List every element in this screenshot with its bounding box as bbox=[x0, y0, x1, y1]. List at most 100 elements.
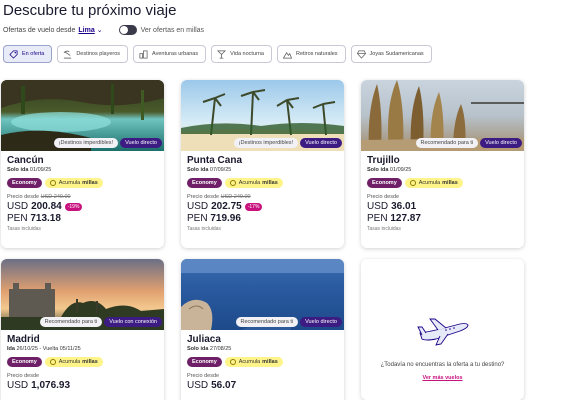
card-badges: Recomendado para ti Vuelo con conexión bbox=[39, 317, 162, 327]
fare-tags: Economy Acumula millas bbox=[367, 178, 518, 188]
badge-flight-type: Vuelo directo bbox=[300, 138, 342, 148]
filter-chip-label: Aventuras urbanas bbox=[152, 51, 199, 57]
pen-price: PEN 719.96 bbox=[187, 213, 338, 224]
origin-city-selector[interactable]: Lima bbox=[78, 27, 94, 34]
price-from: Precio desde USD 249.00 bbox=[7, 194, 158, 200]
coin-icon bbox=[49, 180, 56, 186]
miles-tag: Acumula millas bbox=[224, 178, 283, 188]
price-from: Precio desde bbox=[187, 373, 220, 379]
miles-tag: Acumula millas bbox=[44, 178, 103, 188]
trip-dates: 07/09/25 bbox=[209, 167, 232, 173]
usd-price: USD 56.07 bbox=[187, 380, 338, 391]
filter-chip-vida-nocturna[interactable]: Vida nocturna bbox=[211, 45, 272, 63]
trip-info: Solo ida 01/09/25 bbox=[7, 167, 158, 173]
coin-icon bbox=[229, 359, 236, 365]
tag-icon bbox=[9, 49, 18, 59]
miles-tag-text: Acumula bbox=[238, 359, 261, 365]
fare-tags: Economy Acumula millas bbox=[187, 357, 338, 367]
pen-amount: 719.96 bbox=[210, 213, 241, 224]
trip-type: Solo ida bbox=[7, 167, 29, 173]
old-price: USD 249.00 bbox=[40, 194, 71, 200]
trip-type: Solo ida bbox=[187, 346, 209, 352]
usd-price: USD 1,076.93 bbox=[7, 380, 158, 391]
destination-name: Trujillo bbox=[367, 155, 400, 166]
badge-highlight: ¡Destinos imperdibles! bbox=[233, 138, 299, 148]
more-flights-link[interactable]: Ver más vuelos bbox=[361, 375, 524, 381]
pen-currency: PEN bbox=[187, 213, 208, 224]
card-badges: Recomendado para ti Vuelo directo bbox=[235, 317, 342, 327]
trip-dates: 01/09/25 bbox=[389, 167, 412, 173]
destination-image: Recomendado para ti Vuelo directo bbox=[181, 259, 344, 330]
trip-dates: 01/09/25 bbox=[29, 167, 52, 173]
badge-flight-type: Vuelo con conexión bbox=[104, 317, 162, 327]
trip-info: Ida 26/10/25 - Vuelta 05/11/25 bbox=[7, 346, 158, 352]
miles-tag-text: Acumula bbox=[58, 180, 81, 186]
usd-price: USD 202.75 -17% bbox=[187, 201, 338, 212]
usd-amount: 1,076.93 bbox=[31, 380, 71, 391]
pen-amount: 127.87 bbox=[390, 213, 421, 224]
miles-tag-bold: millas bbox=[262, 180, 278, 186]
offer-card-cancun[interactable]: ¡Destinos imperdibles! Vuelo directo Can… bbox=[1, 80, 164, 248]
filter-chip-label: Joyas Sudamericanas bbox=[369, 51, 424, 57]
destination-image: Recomendado para ti Vuelo directo bbox=[361, 80, 524, 151]
coin-icon bbox=[49, 359, 56, 365]
filter-chips: En oferta Destinos playeros Aventuras ur… bbox=[3, 45, 432, 63]
discount-badge: -17% bbox=[244, 202, 263, 211]
price-from-label: Precio desde bbox=[7, 194, 40, 200]
destination-image: ¡Destinos imperdibles! Vuelo directo bbox=[181, 80, 344, 151]
price-from: Precio desde bbox=[7, 373, 40, 379]
miles-tag-text: Acumula bbox=[58, 359, 81, 365]
price-from: Precio desde USD 249.00 bbox=[187, 194, 338, 200]
filter-chip-label: Destinos playeros bbox=[76, 51, 121, 57]
beach-icon bbox=[63, 50, 72, 59]
filter-chip-aventuras-urbanas[interactable]: Aventuras urbanas bbox=[133, 45, 207, 63]
miles-tag: Acumula millas bbox=[404, 178, 463, 188]
badge-flight-type: Vuelo directo bbox=[120, 138, 162, 148]
destination-name: Punta Cana bbox=[187, 155, 243, 166]
taxes-note: Tasas incluidas bbox=[367, 226, 401, 232]
pen-price: PEN 713.18 bbox=[7, 213, 158, 224]
price-from-label: Precio desde bbox=[187, 194, 220, 200]
trip-info: Solo ida 01/09/25 bbox=[367, 167, 518, 173]
offer-card-punta-cana[interactable]: ¡Destinos imperdibles! Vuelo directo Pun… bbox=[181, 80, 344, 248]
trip-dates: 27/08/25 bbox=[209, 346, 232, 352]
price-from: Precio desde bbox=[367, 194, 400, 200]
offer-card-juliaca[interactable]: Recomendado para ti Vuelo directo Juliac… bbox=[181, 259, 344, 400]
usd-amount: 200.84 bbox=[31, 201, 62, 212]
usd-currency: USD bbox=[7, 380, 29, 391]
filter-chip-destinos-playeros[interactable]: Destinos playeros bbox=[57, 45, 129, 63]
pen-amount: 713.18 bbox=[30, 213, 61, 224]
destination-name: Cancún bbox=[7, 155, 44, 166]
trip-info: Solo ida 27/08/25 bbox=[187, 346, 338, 352]
filter-chip-label: Vida nocturna bbox=[230, 51, 264, 57]
usd-price: USD 200.84 -19% bbox=[7, 201, 158, 212]
filter-chip-en-oferta[interactable]: En oferta bbox=[3, 45, 53, 63]
coin-icon bbox=[229, 180, 236, 186]
fare-tags: Economy Acumula millas bbox=[187, 178, 338, 188]
badge-highlight: ¡Destinos imperdibles! bbox=[53, 138, 119, 148]
pen-price: PEN 127.87 bbox=[367, 213, 518, 224]
usd-amount: 56.07 bbox=[211, 380, 237, 391]
card-badges: ¡Destinos imperdibles! Vuelo directo bbox=[53, 138, 162, 148]
economy-tag: Economy bbox=[7, 357, 42, 367]
miles-toggle[interactable] bbox=[118, 25, 137, 35]
promo-question: ¿Todavía no encuentras la oferta a tu de… bbox=[380, 362, 505, 368]
card-badges: ¡Destinos imperdibles! Vuelo directo bbox=[233, 138, 342, 148]
miles-tag: Acumula millas bbox=[224, 357, 283, 367]
more-flights-card: ¿Todavía no encuentras la oferta a tu de… bbox=[361, 259, 524, 400]
pen-currency: PEN bbox=[367, 213, 388, 224]
coin-icon bbox=[409, 180, 416, 186]
mountain-icon bbox=[282, 51, 292, 58]
filter-chip-retiros-naturales[interactable]: Retiros naturales bbox=[276, 45, 346, 63]
origin-row: Ofertas de vuelo desde Lima ⌄ Ver oferta… bbox=[3, 24, 204, 36]
economy-tag: Economy bbox=[367, 178, 402, 188]
badge-highlight: Recomendado para ti bbox=[415, 138, 479, 148]
offer-card-trujillo[interactable]: Recomendado para ti Vuelo directo Trujil… bbox=[361, 80, 524, 248]
chevron-down-icon[interactable]: ⌄ bbox=[97, 26, 103, 34]
pen-currency: PEN bbox=[7, 213, 28, 224]
usd-currency: USD bbox=[187, 380, 209, 391]
card-badges: Recomendado para ti Vuelo directo bbox=[415, 138, 522, 148]
filter-chip-joyas-sudamericanas[interactable]: Joyas Sudamericanas bbox=[350, 45, 432, 63]
offer-card-madrid[interactable]: Recomendado para ti Vuelo con conexión M… bbox=[1, 259, 164, 400]
miles-tag-bold: millas bbox=[82, 180, 98, 186]
